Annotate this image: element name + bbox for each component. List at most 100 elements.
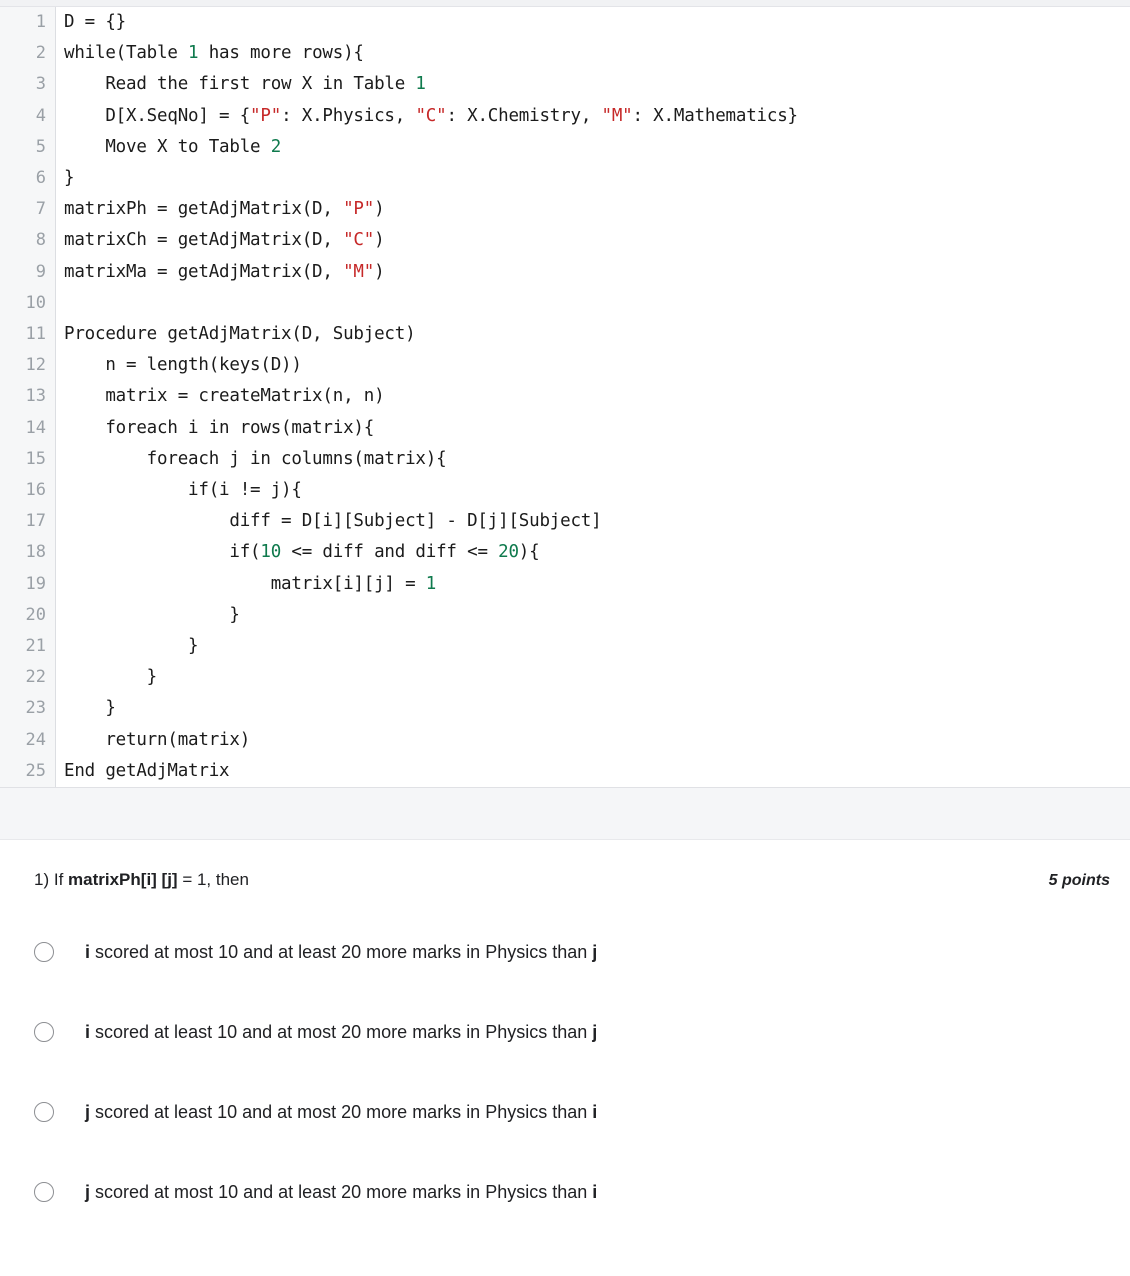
code-line-content: Procedure getAdjMatrix(D, Subject)	[56, 319, 1130, 350]
code-token-string: "C"	[343, 230, 375, 251]
line-number: 7	[0, 194, 56, 226]
code-line: 8 matrixCh = getAdjMatrix(D, "C")	[0, 225, 1130, 257]
code-line-content: }	[56, 662, 1130, 693]
code-token-plain: ){	[518, 542, 540, 563]
code-line: 13 matrix = createMatrix(n, n)	[0, 381, 1130, 413]
code-token-plain: }	[64, 604, 240, 625]
line-number: 10	[0, 287, 56, 320]
line-number: 5	[0, 131, 56, 164]
code-token-string: "M"	[601, 105, 633, 126]
code-token-plain: )	[374, 199, 385, 220]
code-line: 3 Read the first row X in Table 1	[0, 69, 1130, 101]
code-line: 12 n = length(keys(D))	[0, 350, 1130, 382]
code-token-plain: End getAdjMatrix	[64, 760, 230, 781]
question-prefix: If	[53, 870, 69, 890]
code-token-number: 20	[498, 542, 519, 563]
code-line: 22 }	[0, 662, 1130, 694]
code-line-content: }	[56, 163, 1130, 194]
code-line: 25 End getAdjMatrix	[0, 755, 1130, 788]
line-number: 23	[0, 693, 56, 725]
answer-variable: j	[592, 1021, 598, 1042]
question-expression: matrixPh[i] [j]	[68, 870, 178, 890]
answer-variable: i	[592, 1181, 598, 1202]
code-line-content: Read the first row X in Table 1	[56, 69, 1130, 100]
line-number: 24	[0, 724, 56, 756]
answer-option-label[interactable]: i scored at least 10 and at most 20 more…	[85, 1020, 597, 1044]
code-line-content: matrix = createMatrix(n, n)	[56, 381, 1130, 412]
code-token-plain: Move X to Table	[64, 136, 271, 157]
radio-button-icon[interactable]	[34, 1021, 54, 1042]
question-card: 1) If matrixPh[i] [j] = 1, then 5 points…	[0, 840, 1130, 1232]
code-line: 4 D[X.SeqNo] = {"P": X.Physics, "C": X.C…	[0, 100, 1130, 132]
code-token-string: "P"	[343, 199, 375, 220]
code-line-content: diff = D[i][Subject] - D[j][Subject]	[56, 506, 1130, 537]
radio-button-icon[interactable]	[34, 941, 54, 962]
answer-option-label[interactable]: j scored at most 10 and at least 20 more…	[85, 1180, 597, 1204]
code-line-content: }	[56, 693, 1130, 724]
code-token-plain: n = length(keys(D))	[64, 355, 302, 376]
line-number: 15	[0, 443, 56, 476]
code-token-plain: )	[374, 261, 385, 282]
code-token-plain: matrix[i][j] =	[64, 573, 426, 594]
code-line: 6}	[0, 163, 1130, 195]
code-line: 2 while(Table 1 has more rows){	[0, 38, 1130, 70]
line-number: 2	[0, 38, 56, 70]
answer-option[interactable]: j scored at most 10 and at least 20 more…	[16, 1152, 1114, 1232]
code-token-plain: matrixPh = getAdjMatrix(D,	[64, 199, 344, 220]
answer-option[interactable]: i scored at most 10 and at least 20 more…	[16, 912, 1114, 992]
code-token-string: "M"	[343, 261, 375, 282]
answer-option-label[interactable]: j scored at least 10 and at most 20 more…	[85, 1100, 597, 1124]
code-token-plain: D = {}	[64, 12, 127, 32]
code-line-content: matrixCh = getAdjMatrix(D, "C")	[56, 225, 1130, 256]
code-line-content: D[X.SeqNo] = {"P": X.Physics, "C": X.Che…	[56, 101, 1130, 132]
section-gap	[0, 788, 1130, 841]
answer-option[interactable]: i scored at least 10 and at most 20 more…	[16, 992, 1114, 1072]
code-line: 18 if(10 <= diff and diff <= 20){	[0, 537, 1130, 569]
code-line-content: if(10 <= diff and diff <= 20){	[56, 537, 1130, 568]
line-number: 6	[0, 163, 56, 195]
question-text: 1) If matrixPh[i] [j] = 1, then	[34, 868, 249, 892]
code-line-content: foreach i in rows(matrix){	[56, 413, 1130, 444]
code-line: 17 diff = D[i][Subject] - D[j][Subject]	[0, 506, 1130, 538]
answer-option-label[interactable]: i scored at most 10 and at least 20 more…	[85, 940, 597, 964]
code-token-plain: )	[374, 230, 385, 251]
code-token-plain: }	[64, 168, 75, 189]
code-line-content: }	[56, 600, 1130, 631]
code-token-plain: }	[64, 698, 116, 719]
line-number: 4	[0, 100, 56, 132]
code-line: 10	[0, 287, 1130, 320]
line-number: 25	[0, 755, 56, 788]
code-line: 9 matrixMa = getAdjMatrix(D, "M")	[0, 256, 1130, 288]
code-line: 23 }	[0, 693, 1130, 725]
top-divider-band	[0, 0, 1130, 7]
code-token-plain: D[X.SeqNo] = {	[64, 105, 251, 126]
line-number: 8	[0, 225, 56, 257]
code-token-plain: }	[64, 636, 199, 657]
code-token-plain: diff = D[i][Subject] - D[j][Subject]	[64, 511, 602, 532]
line-number: 9	[0, 256, 56, 288]
code-token-plain: foreach j in columns(matrix){	[64, 448, 447, 469]
code-line: 11 Procedure getAdjMatrix(D, Subject)	[0, 319, 1130, 351]
code-token-string: "C"	[415, 105, 447, 126]
code-token-number: 1	[188, 43, 199, 64]
answer-option[interactable]: j scored at least 10 and at most 20 more…	[16, 1072, 1114, 1152]
code-token-plain: matrixCh = getAdjMatrix(D,	[64, 230, 344, 251]
code-line-content: matrixPh = getAdjMatrix(D, "P")	[56, 194, 1130, 225]
radio-button-icon[interactable]	[34, 1181, 54, 1202]
line-number: 1	[0, 7, 56, 39]
code-line: 5 Move X to Table 2	[0, 131, 1130, 164]
code-line-content	[56, 288, 1130, 319]
code-line-content: matrix[i][j] = 1	[56, 569, 1130, 600]
code-token-plain: while(Table	[64, 43, 189, 64]
code-line-content: if(i != j){	[56, 475, 1130, 506]
answer-options-list: i scored at most 10 and at least 20 more…	[16, 912, 1114, 1232]
code-token-plain: return(matrix)	[64, 729, 251, 750]
line-number: 14	[0, 412, 56, 444]
code-line: 20 }	[0, 599, 1130, 632]
code-token-plain: <= diff and diff <=	[281, 542, 499, 563]
radio-button-icon[interactable]	[34, 1101, 54, 1122]
line-number: 20	[0, 599, 56, 632]
code-line-content: n = length(keys(D))	[56, 350, 1130, 381]
code-token-number: 1	[425, 573, 437, 594]
code-line: 1 D = {}	[0, 7, 1130, 39]
